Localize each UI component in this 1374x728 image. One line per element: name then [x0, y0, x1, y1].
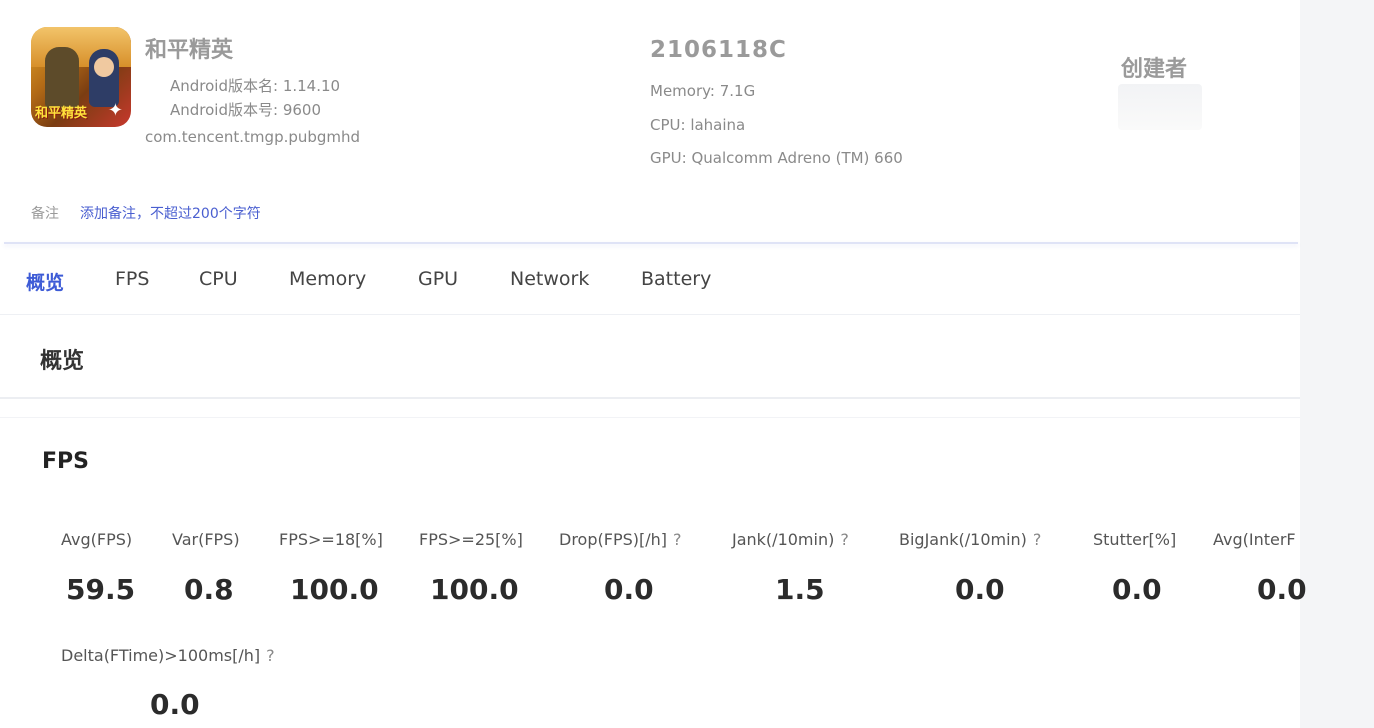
metric-value-avg-interframe: 0.0 — [1257, 573, 1307, 606]
metric-label-bigjank: BigJank(/10min)? — [899, 530, 1042, 549]
tab-cpu[interactable]: CPU — [199, 268, 238, 290]
metric-value-jank: 1.5 — [775, 573, 825, 606]
help-icon[interactable]: ? — [266, 646, 275, 665]
metric-value-drop-fps: 0.0 — [604, 573, 654, 606]
metric-value-fps-ge-18: 100.0 — [290, 573, 379, 606]
metric-label-var-fps: Var(FPS) — [172, 530, 240, 549]
help-icon[interactable]: ? — [1033, 530, 1042, 549]
metric-value-stutter: 0.0 — [1112, 573, 1162, 606]
help-icon[interactable]: ? — [673, 530, 682, 549]
metric-label-stutter: Stutter[%] — [1093, 530, 1177, 549]
tab-battery[interactable]: Battery — [641, 268, 711, 290]
report-panel: 和平精英 ✦ 和平精英 Android版本名: 1.14.10 Android版… — [0, 0, 1307, 728]
metric-label-fps-ge-18: FPS>=18[%] — [279, 530, 383, 549]
metric-label-avg-interframe: Avg(InterF — [1213, 530, 1296, 549]
device-gpu: GPU: Qualcomm Adreno (TM) 660 — [650, 149, 903, 167]
section-divider-light — [0, 417, 1300, 418]
add-remark-link[interactable]: 添加备注，不超过200个字符 — [80, 203, 261, 223]
metric-value-avg-fps: 59.5 — [66, 573, 136, 606]
creator-value-blurred — [1118, 84, 1202, 130]
app-version-code: Android版本号: 9600 — [170, 101, 321, 119]
metric-label-delta-ftime: Delta(FTime)>100ms[/h]? — [61, 646, 275, 665]
tab-network[interactable]: Network — [510, 268, 589, 290]
creator-label: 创建者 — [1121, 57, 1188, 82]
app-icon: 和平精英 ✦ — [31, 27, 131, 127]
app-icon-badge: 和平精英 — [35, 106, 88, 121]
app-package: com.tencent.tmgp.pubgmhd — [145, 128, 361, 146]
header-divider — [4, 242, 1298, 244]
metric-value-bigjank: 0.0 — [955, 573, 1005, 606]
app-name: 和平精英 — [145, 38, 234, 63]
app-version-name: Android版本名: 1.14.10 — [170, 77, 341, 95]
metric-label-jank: Jank(/10min)? — [732, 530, 849, 549]
remark-label: 备注 — [31, 206, 59, 222]
device-cpu: CPU: lahaina — [650, 116, 746, 134]
device-model: 2106118C — [650, 37, 787, 63]
tab-fps[interactable]: FPS — [115, 268, 149, 290]
metric-value-delta-ftime: 0.0 — [150, 688, 200, 721]
metric-label-fps-ge-25: FPS>=25[%] — [419, 530, 523, 549]
section-divider — [0, 397, 1300, 399]
metric-value-fps-ge-25: 100.0 — [430, 573, 519, 606]
tab-overview[interactable]: 概览 — [26, 268, 64, 295]
overview-title: 概览 — [40, 349, 85, 374]
help-icon[interactable]: ? — [840, 530, 849, 549]
metric-label-avg-fps: Avg(FPS) — [61, 530, 133, 549]
star-icon: ✦ — [107, 100, 123, 121]
tab-memory[interactable]: Memory — [289, 268, 366, 290]
device-memory: Memory: 7.1G — [650, 82, 756, 100]
tab-bar-border — [0, 314, 1300, 315]
page-gutter — [1300, 0, 1374, 728]
tab-gpu[interactable]: GPU — [418, 268, 458, 290]
fps-section-title: FPS — [42, 449, 89, 474]
metric-label-drop-fps: Drop(FPS)[/h]? — [559, 530, 682, 549]
metric-value-var-fps: 0.8 — [184, 573, 234, 606]
